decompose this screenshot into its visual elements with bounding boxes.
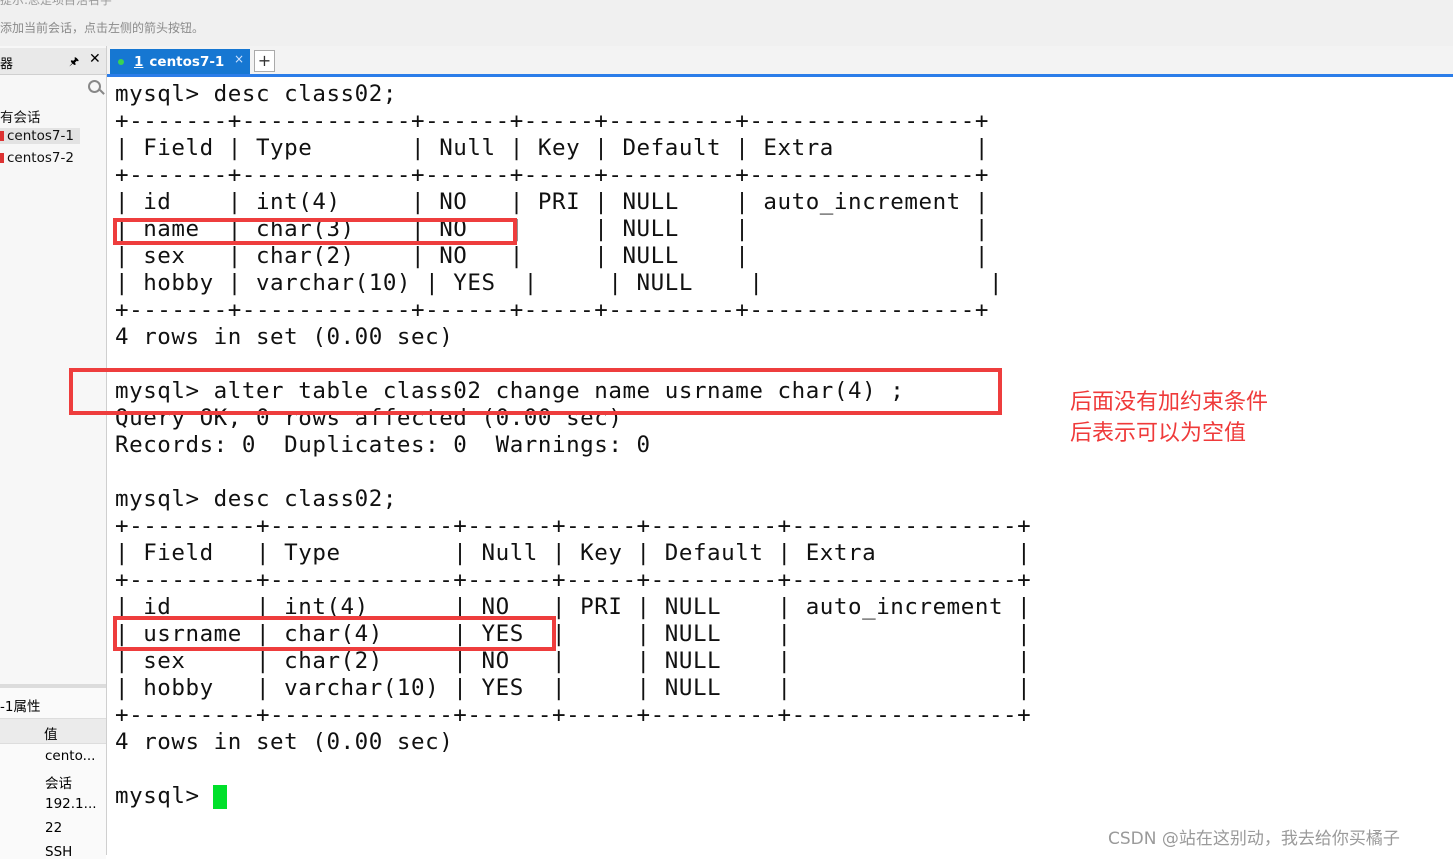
session-hint: 添加当前会话，点击左侧的箭头按钮。 — [0, 21, 205, 35]
property-value: cento... — [45, 748, 96, 764]
terminal-line: Records: 0 Duplicates: 0 Warnings: 0 — [115, 432, 651, 458]
tree-item-centos7-1[interactable]: centos7-1 — [0, 128, 80, 144]
annotation-note: 后面没有加约束条件 后表示可以为空值 — [1070, 387, 1268, 449]
terminal-output[interactable]: mysql> desc class02; +-------+-----------… — [115, 81, 1031, 810]
terminal-line: | Field | Type | Null | Key | Default | … — [115, 540, 1032, 566]
terminal-line: | sex | char(2) | NO | | NULL | | — [115, 243, 989, 269]
terminal-line: mysql> desc class02; — [115, 486, 397, 512]
session-manager-header: 器 🖈 ✕ — [0, 48, 106, 75]
terminal-line: +---------+-------------+------+-----+--… — [115, 567, 1032, 593]
property-value: 会话 — [45, 776, 72, 792]
properties-title: -1属性 — [0, 699, 41, 715]
close-icon[interactable]: ✕ — [89, 51, 101, 67]
watermark: CSDN @站在这别动，我去给你买橘子 — [1108, 829, 1400, 849]
toolbar-ghost-text: 提示:总是项目活名字 — [0, 0, 113, 7]
annotation-line: 后表示可以为空值 — [1070, 421, 1247, 446]
properties-panel: -1属性 值 cento... 会话 192.1... 22 SSH — [0, 684, 106, 860]
terminal-line: | Field | Type | Null | Key | Default | … — [115, 135, 989, 161]
tab-centos7-1[interactable]: 1 centos7-1 × — [110, 49, 250, 74]
annotation-line: 后面没有加约束条件 — [1070, 390, 1269, 415]
terminal-line: 4 rows in set (0.00 sec) — [115, 324, 454, 350]
value-column-header: 值 — [44, 727, 58, 743]
session-status-icon — [0, 131, 4, 141]
terminal-line: mysql> desc class02; — [115, 81, 397, 107]
terminal-line: +-------+------------+------+-----+-----… — [115, 162, 989, 188]
terminal-cursor — [213, 785, 227, 809]
tree-item-centos7-2[interactable]: centos7-2 — [0, 150, 74, 166]
tab-number: 1 — [134, 54, 144, 70]
terminal-line: | hobby | varchar(10) | YES | | NULL | | — [115, 675, 1032, 701]
highlight-box-original-name — [113, 218, 517, 245]
terminal-line: +-------+------------+------+-----+-----… — [115, 108, 989, 134]
terminal-line: +-------+------------+------+-----+-----… — [115, 297, 989, 323]
property-value: 22 — [45, 820, 63, 836]
terminal-line: 4 rows in set (0.00 sec) — [115, 729, 454, 755]
tree-item-all-sessions[interactable]: 有会话 — [0, 106, 41, 126]
top-toolbar: 提示:总是项目活名字 添加当前会话，点击左侧的箭头按钮。 — [0, 0, 1453, 47]
tab-close-icon[interactable]: × — [234, 52, 244, 66]
property-value: SSH — [45, 844, 73, 860]
property-value: 192.1... — [45, 796, 97, 812]
tab-label: centos7-1 — [149, 54, 225, 70]
session-manager-panel: 器 🖈 ✕ 有会话 centos7-1 centos7-2 -1属性 值 cen… — [0, 46, 107, 860]
terminal-line: +---------+-------------+------+-----+--… — [115, 513, 1032, 539]
pin-icon[interactable]: 🖈 — [69, 53, 79, 72]
session-status-icon — [0, 153, 4, 163]
terminal-line: | hobby | varchar(10) | YES | | NULL | | — [115, 270, 1004, 296]
add-tab-button[interactable]: + — [254, 50, 275, 72]
terminal-line: +---------+-------------+------+-----+--… — [115, 702, 1032, 728]
session-tab-strip: 1 centos7-1 × + — [107, 46, 1453, 77]
panel-title: 器 — [0, 57, 14, 72]
terminal-line: | sex | char(2) | NO | | NULL | | — [115, 648, 1032, 674]
search-icon[interactable] — [88, 80, 101, 93]
terminal-line: | id | int(4) | NO | PRI | NULL | auto_i… — [115, 189, 989, 215]
connected-status-icon — [118, 59, 124, 65]
properties-header: 值 — [0, 718, 106, 744]
highlight-box-alter-command — [69, 368, 1002, 415]
highlight-box-changed-column — [113, 616, 556, 651]
terminal-line: mysql> — [115, 783, 214, 809]
